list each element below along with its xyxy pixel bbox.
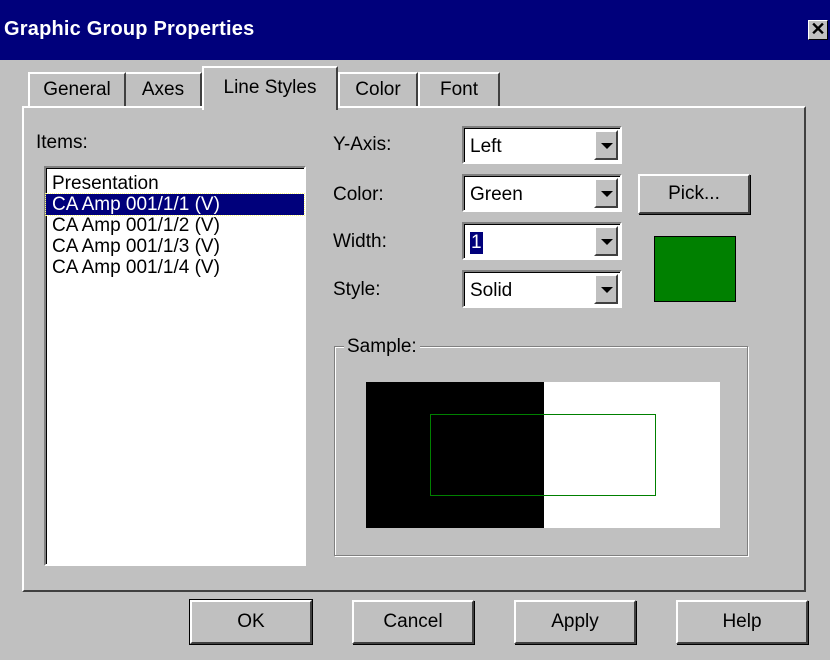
list-item[interactable]: CA Amp 001/1/2 (V) — [46, 215, 304, 236]
tab-color-label: Color — [355, 79, 401, 100]
tab-axes[interactable]: Axes — [126, 72, 202, 108]
sample-label: Sample: — [344, 336, 420, 358]
list-item-selected[interactable]: CA Amp 001/1/1 (V) — [45, 193, 305, 216]
tab-general[interactable]: General — [28, 72, 126, 108]
style-label: Style: — [333, 279, 381, 300]
color-swatch — [654, 236, 736, 302]
color-label: Color: — [333, 184, 384, 205]
tab-font-label: Font — [439, 79, 479, 100]
list-item[interactable]: CA Amp 001/1/4 (V) — [46, 257, 304, 278]
list-item[interactable]: CA Amp 001/1/3 (V) — [46, 236, 304, 257]
color-value: Green — [470, 184, 523, 205]
tab-line-styles-label: Line Styles — [223, 77, 317, 98]
window-title: Graphic Group Properties — [4, 18, 255, 40]
pick-button[interactable]: Pick... — [638, 174, 750, 214]
chevron-down-icon[interactable] — [594, 178, 618, 208]
close-icon[interactable]: ✕ — [808, 20, 828, 40]
items-listbox[interactable]: Presentation CA Amp 001/1/1 (V) CA Amp 0… — [44, 166, 306, 566]
title-bar: Graphic Group Properties ✕ — [0, 0, 830, 60]
color-swatch-fill — [655, 237, 735, 301]
chevron-down-icon[interactable] — [594, 130, 618, 160]
sample-preview — [366, 382, 720, 528]
width-dropdown[interactable]: 1 — [462, 222, 622, 260]
y-axis-value: Left — [470, 136, 502, 157]
y-axis-dropdown[interactable]: Left — [462, 126, 622, 164]
color-dropdown[interactable]: Green — [462, 174, 622, 212]
tab-font[interactable]: Font — [418, 72, 500, 108]
style-dropdown[interactable]: Solid — [462, 270, 622, 308]
width-value: 1 — [470, 232, 483, 254]
chevron-down-icon[interactable] — [594, 274, 618, 304]
style-value: Solid — [470, 280, 513, 301]
tab-general-label: General — [43, 79, 111, 100]
tab-connector — [204, 104, 336, 110]
ok-button[interactable]: OK — [189, 599, 313, 645]
cancel-button[interactable]: Cancel — [352, 600, 474, 644]
apply-button[interactable]: Apply — [514, 600, 636, 644]
width-label: Width: — [333, 231, 387, 252]
y-axis-label: Y-Axis: — [333, 134, 392, 155]
items-label: Items: — [36, 132, 88, 153]
tab-axes-label: Axes — [141, 79, 185, 100]
list-item[interactable]: Presentation — [46, 173, 304, 194]
chevron-down-icon[interactable] — [594, 226, 618, 256]
sample-line — [430, 414, 656, 496]
tab-color[interactable]: Color — [338, 72, 418, 108]
help-button[interactable]: Help — [676, 600, 808, 644]
